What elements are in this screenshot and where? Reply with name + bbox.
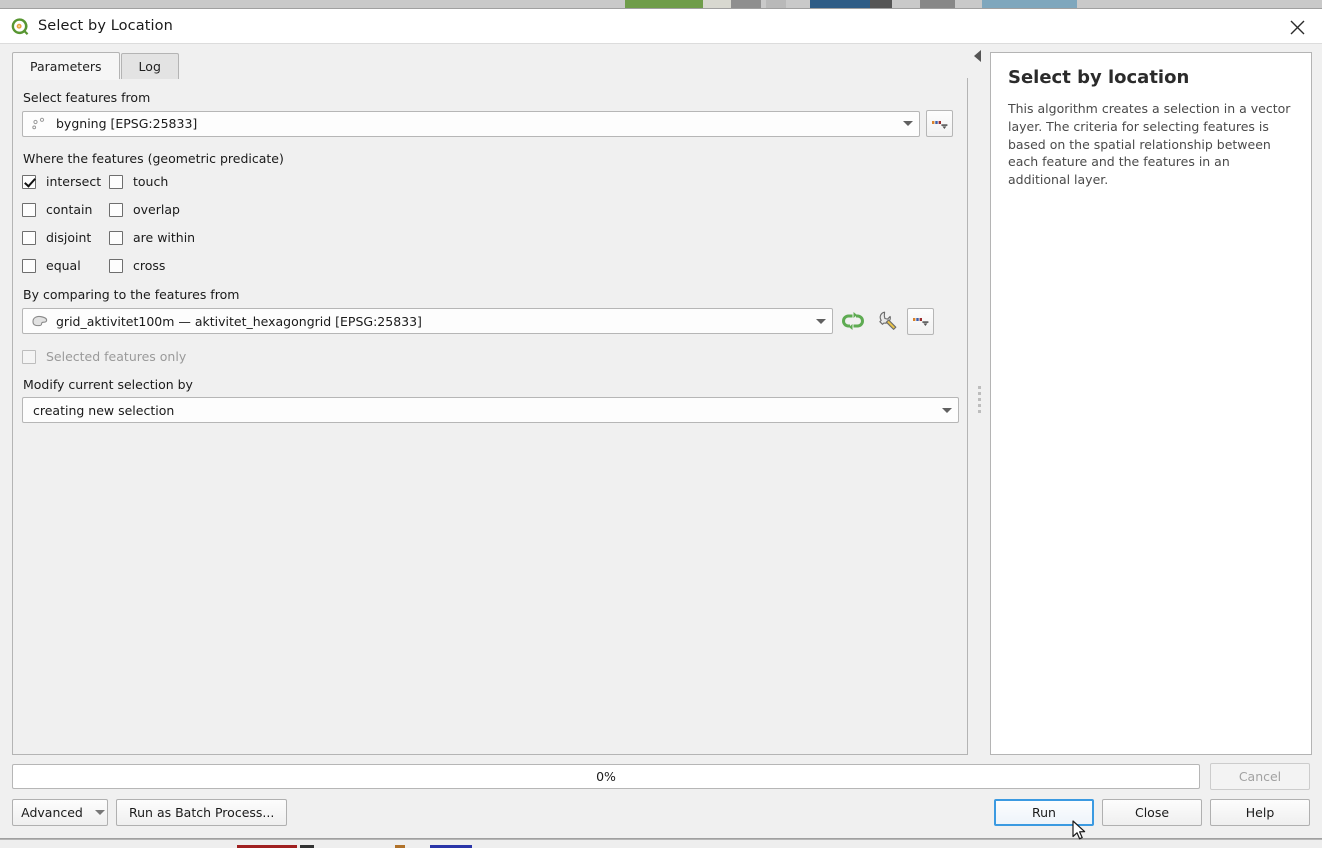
checkbox-intersect[interactable]: intersect (22, 174, 109, 189)
run-as-batch-button[interactable]: Run as Batch Process... (116, 799, 288, 826)
input-layer-row: bygning [EPSG:25833] (22, 110, 953, 137)
checkbox-equal-label: equal (46, 258, 81, 273)
checkbox-contain[interactable]: contain (22, 202, 109, 217)
input-layer-value: bygning [EPSG:25833] (56, 116, 198, 131)
checkbox-equal[interactable]: equal (22, 258, 109, 273)
checkbox-are-within-label: are within (133, 230, 196, 245)
modify-selection-combo[interactable]: creating new selection (22, 397, 959, 423)
input-layer-browse-button[interactable] (926, 110, 953, 137)
checkbox-intersect-label: intersect (46, 174, 102, 189)
checkbox-contain-box (22, 202, 36, 217)
tab-bar: Parameters Log (12, 52, 968, 80)
checkbox-are-within[interactable]: are within (109, 230, 953, 245)
checkbox-touch-label: touch (133, 174, 169, 189)
collapse-left-arrow-icon[interactable] (974, 50, 981, 62)
parameters-pane: Parameters Log Select features from bygn… (0, 44, 968, 755)
checkbox-touch-box (109, 174, 123, 189)
tab-parameters[interactable]: Parameters (12, 52, 120, 80)
tab-log-label: Log (138, 59, 161, 74)
checkbox-selected-features-only-label: Selected features only (46, 349, 187, 364)
chevron-down-icon (936, 398, 958, 422)
tab-log[interactable]: Log (120, 53, 179, 79)
panel-splitter[interactable] (968, 44, 990, 755)
parameters-panel: Select features from bygning [EPSG:25833… (12, 78, 968, 755)
advanced-button-label: Advanced (21, 805, 83, 820)
wrench-icon[interactable] (873, 307, 901, 335)
checkbox-overlap-label: overlap (133, 202, 180, 217)
compare-layer-label: By comparing to the features from (23, 287, 240, 302)
checkbox-cross-box (109, 258, 123, 273)
progress-bar: 0% (12, 764, 1200, 789)
progress-bar-text: 0% (596, 769, 616, 784)
help-button[interactable]: Help (1210, 799, 1310, 826)
checkbox-cross[interactable]: cross (109, 258, 953, 273)
selected-features-only-row: Selected features only (22, 349, 953, 364)
chevron-down-icon (810, 309, 832, 333)
modify-selection-label: Modify current selection by (23, 377, 193, 392)
footer-button-row: Advanced Run as Batch Process... Run Clo… (12, 799, 1310, 826)
dialog-title: Select by Location (38, 18, 173, 34)
run-button[interactable]: Run (994, 799, 1094, 826)
background-map-bottom-sliver (0, 839, 1322, 848)
modify-selection-row: creating new selection (22, 397, 959, 423)
compare-layer-combo[interactable]: grid_aktivitet100m — aktivitet_hexagongr… (22, 308, 833, 334)
checkbox-overlap-box (109, 202, 123, 217)
compare-layer-row: grid_aktivitet100m — aktivitet_hexagongr… (22, 307, 953, 335)
checkbox-are-within-box (109, 230, 123, 245)
close-icon[interactable] (1280, 12, 1314, 42)
chevron-down-icon (94, 810, 105, 815)
dialog-titlebar: Select by Location (0, 9, 1322, 44)
checkbox-contain-label: contain (46, 202, 93, 217)
dialog-body: Parameters Log Select features from bygn… (0, 44, 1322, 755)
point-layer-icon (31, 117, 49, 131)
help-title: Select by location (1008, 67, 1190, 88)
checkbox-cross-label: cross (133, 258, 166, 273)
polygon-layer-icon (31, 314, 49, 328)
qgis-logo-icon (10, 17, 29, 36)
cancel-button: Cancel (1210, 763, 1310, 790)
predicate-label: Where the features (geometric predicate) (23, 151, 284, 166)
compare-layer-value: grid_aktivitet100m — aktivitet_hexagongr… (56, 313, 422, 329)
checkbox-selected-features-only-box (22, 349, 36, 364)
advanced-button[interactable]: Advanced (12, 799, 108, 826)
checkbox-equal-box (22, 258, 36, 273)
help-body: This algorithm creates a selection in a … (1008, 101, 1291, 187)
close-button[interactable]: Close (1102, 799, 1202, 826)
checkbox-touch[interactable]: touch (109, 174, 953, 189)
predicate-checkbox-grid: intersect touch contain overlap disjoint… (22, 174, 953, 273)
modify-selection-value: creating new selection (33, 402, 175, 418)
tab-parameters-label: Parameters (30, 58, 102, 74)
checkbox-disjoint[interactable]: disjoint (22, 230, 109, 245)
input-layer-combo[interactable]: bygning [EPSG:25833] (22, 110, 920, 137)
dialog-footer: 0% Cancel Advanced Run as Batch Process.… (0, 755, 1322, 838)
help-panel: Select by location This algorithm create… (990, 52, 1312, 755)
progress-row: 0% Cancel (12, 763, 1310, 790)
checkbox-selected-features-only: Selected features only (22, 349, 186, 364)
select-by-location-dialog: Select by Location Parameters Log Select… (0, 8, 1322, 839)
splitter-grip-icon (977, 386, 981, 413)
checkbox-intersect-box (22, 174, 36, 189)
checkbox-disjoint-box (22, 230, 36, 245)
checkbox-overlap[interactable]: overlap (109, 202, 953, 217)
iterate-refresh-icon[interactable] (839, 307, 867, 335)
checkbox-disjoint-label: disjoint (46, 230, 92, 245)
chevron-down-icon (897, 112, 919, 136)
input-layer-label: Select features from (23, 90, 151, 105)
compare-layer-browse-button[interactable] (907, 307, 934, 335)
